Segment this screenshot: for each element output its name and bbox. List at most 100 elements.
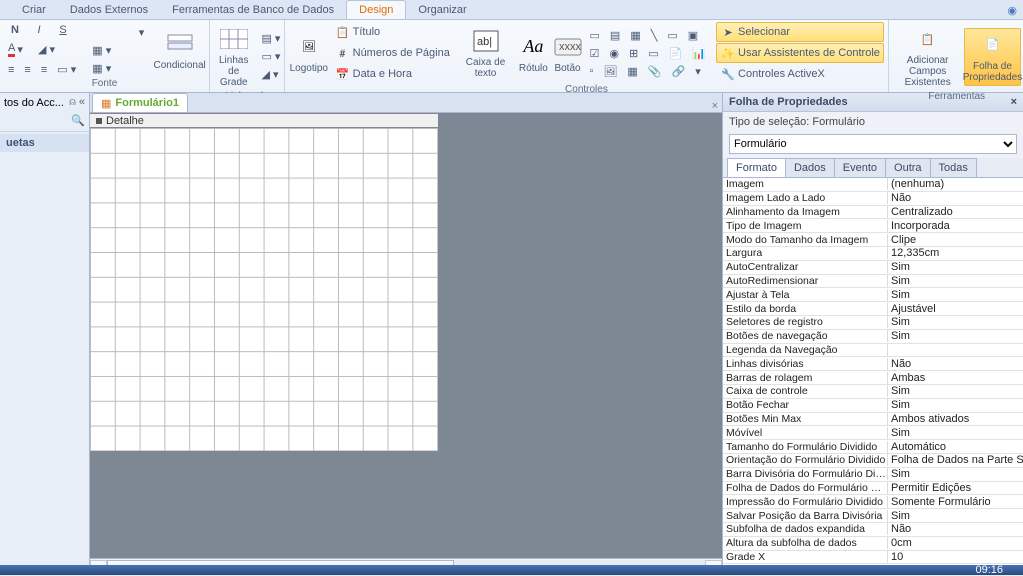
property-value[interactable]: 10 (888, 551, 1023, 563)
property-value[interactable]: Sim (888, 316, 1023, 328)
ribbon-tab-organizar[interactable]: Organizar (406, 1, 478, 19)
data-hora-button[interactable]: 📅Data e Hora (331, 64, 454, 84)
ctrl-page[interactable]: 📄 (665, 45, 687, 62)
botao-button[interactable]: xxxx Botão (552, 30, 584, 77)
tab-close-button[interactable]: × (708, 100, 722, 112)
section-bar-detalhe[interactable]: Detalhe (90, 113, 438, 128)
property-value[interactable]: Sim (888, 510, 1023, 522)
property-tab-formato[interactable]: Formato (727, 158, 786, 177)
assistentes-button[interactable]: ✨Usar Assistentes de Controle (716, 43, 884, 63)
property-row[interactable]: Imagem(nenhuma) (723, 178, 1023, 192)
align-center-button[interactable]: ≡ (20, 61, 34, 78)
property-row[interactable]: Tamanho do Formulário DivididoAutomático (723, 440, 1023, 454)
ctrl-ole[interactable]: ▦ (623, 63, 641, 80)
ctrl-bound[interactable]: ▣ (684, 27, 702, 44)
property-row[interactable]: Impressão do Formulário DivididoSomente … (723, 495, 1023, 509)
property-row[interactable]: AutoCentralizarSim (723, 261, 1023, 275)
nav-section-etiquetas[interactable]: uetas (0, 134, 89, 152)
property-value[interactable]: Sim (888, 385, 1023, 397)
align-left-button[interactable]: ≡ (4, 61, 18, 78)
property-row[interactable]: Legenda da Navegação (723, 344, 1023, 358)
ribbon-tab-ferramentas-bd[interactable]: Ferramentas de Banco de Dados (160, 1, 346, 19)
property-row[interactable]: Subfolha de dados expandidaNão (723, 523, 1023, 537)
font-bold-button[interactable]: N (4, 22, 26, 38)
ribbon-tab-dados-externos[interactable]: Dados Externos (58, 1, 160, 19)
property-row[interactable]: Botão FecharSim (723, 399, 1023, 413)
property-row[interactable]: Altura da subfolha de dados0cm (723, 537, 1023, 551)
caixa-texto-button[interactable]: ab| Caixa de texto (456, 24, 515, 82)
gridlines-button[interactable]: Linhas de Grade (214, 22, 253, 91)
property-row[interactable]: Tipo de ImagemIncorporada (723, 219, 1023, 233)
ctrl-chart[interactable]: 📊 (688, 45, 710, 62)
property-value[interactable]: Ambas (888, 372, 1023, 384)
property-value[interactable]: 12,335cm (888, 247, 1023, 259)
property-value[interactable]: Ambos ativados (888, 413, 1023, 425)
property-row[interactable]: AutoRedimensionarSim (723, 275, 1023, 289)
line-color-button[interactable]: ▭ ▾ (53, 61, 80, 78)
document-tab-formulario1[interactable]: ▦ Formulário1 (92, 93, 188, 112)
format-painter-button[interactable]: ▦ ▾ (88, 60, 115, 77)
property-value[interactable]: Sim (888, 289, 1023, 301)
ctrl-listbox[interactable]: ▤ (606, 27, 624, 44)
conditional-format-button[interactable]: Condicional (154, 27, 205, 74)
property-value[interactable]: Permitir Edições (888, 482, 1023, 494)
rotulo-button[interactable]: Aa Rótulo (517, 30, 549, 77)
property-row[interactable]: Seletores de registroSim (723, 316, 1023, 330)
property-row[interactable]: Largura12,335cm (723, 247, 1023, 261)
property-value[interactable]: Sim (888, 427, 1023, 439)
search-icon[interactable]: 🔍 (71, 114, 85, 127)
property-row[interactable]: Alinhamento da ImagemCentralizado (723, 206, 1023, 220)
alt-fill-button[interactable]: ▦ ▾ (88, 42, 115, 59)
property-row[interactable]: Barras de rolagemAmbas (723, 371, 1023, 385)
property-value[interactable]: Clipe (888, 234, 1023, 246)
ctrl-tab[interactable]: ▭ (644, 45, 662, 62)
titulo-button[interactable]: 📋Título (331, 22, 454, 42)
ctrl-combobox[interactable]: ▭ (586, 27, 604, 44)
property-value[interactable]: Folha de Dados na Parte Sup (888, 454, 1023, 466)
property-value[interactable]: Sim (888, 468, 1023, 480)
property-value[interactable]: Incorporada (888, 220, 1023, 232)
property-row[interactable]: MóvívelSim (723, 426, 1023, 440)
folha-propriedades-button[interactable]: 📄 Folha de Propriedades (964, 28, 1020, 86)
ctrl-more[interactable]: ▾ (691, 63, 705, 80)
form-design-canvas[interactable]: Detalhe (90, 113, 722, 575)
grid-style-3[interactable]: ◢ ▾ (257, 66, 284, 83)
property-value[interactable]: Ajustável (888, 303, 1023, 315)
property-value[interactable]: Sim (888, 261, 1023, 273)
property-row[interactable]: Barra Divisória do Formulário DivididoSi… (723, 468, 1023, 482)
property-value[interactable]: Centralizado (888, 206, 1023, 218)
property-value[interactable]: 0cm (888, 537, 1023, 549)
property-row[interactable]: Salvar Posição da Barra DivisóriaSim (723, 509, 1023, 523)
property-tab-todas[interactable]: Todas (930, 158, 977, 177)
ribbon-tab-design[interactable]: Design (346, 0, 406, 19)
property-value[interactable]: Não (888, 358, 1023, 370)
font-color-button[interactable]: A ▾ (4, 40, 32, 59)
selecionar-button[interactable]: ➤Selecionar (716, 22, 884, 42)
ctrl-rect[interactable]: ▭ (663, 27, 681, 44)
property-row[interactable]: Estilo da bordaAjustável (723, 302, 1023, 316)
activex-button[interactable]: 🔧Controles ActiveX (716, 64, 884, 84)
property-row[interactable]: Botões de navegaçãoSim (723, 330, 1023, 344)
property-row[interactable]: Grade X10 (723, 551, 1023, 565)
fill-color-button[interactable]: ◢ ▾ (34, 40, 62, 59)
font-underline-button[interactable]: S (52, 22, 74, 38)
ribbon-tab-criar[interactable]: Criar (10, 1, 58, 19)
property-row[interactable]: Modo do Tamanho da ImagemClipe (723, 233, 1023, 247)
help-icon[interactable]: ◉ (1001, 2, 1023, 19)
property-row[interactable]: Ajustar à TelaSim (723, 288, 1023, 302)
ctrl-line[interactable]: ╲ (647, 27, 662, 44)
grid-style-2[interactable]: ▭ ▾ (257, 48, 284, 65)
selection-combo[interactable]: Formulário (729, 134, 1017, 154)
property-value[interactable]: Sim (888, 399, 1023, 411)
adicionar-campos-button[interactable]: 📋 Adicionar Campos Existentes (893, 22, 963, 91)
property-value[interactable]: Sim (888, 275, 1023, 287)
property-row[interactable]: Linhas divisóriasNão (723, 357, 1023, 371)
ctrl-subform[interactable]: ▦ (626, 27, 644, 44)
ctrl-toggle[interactable]: ⊞ (625, 45, 642, 62)
font-italic-button[interactable]: I (28, 22, 50, 38)
property-tab-outra[interactable]: Outra (885, 158, 931, 177)
property-list[interactable]: Imagem(nenhuma)Imagem Lado a LadoNãoAlin… (723, 178, 1023, 575)
form-grid[interactable] (90, 128, 438, 451)
property-value[interactable]: Sim (888, 330, 1023, 342)
ctrl-hyperlink[interactable]: 🔗 (668, 63, 690, 80)
